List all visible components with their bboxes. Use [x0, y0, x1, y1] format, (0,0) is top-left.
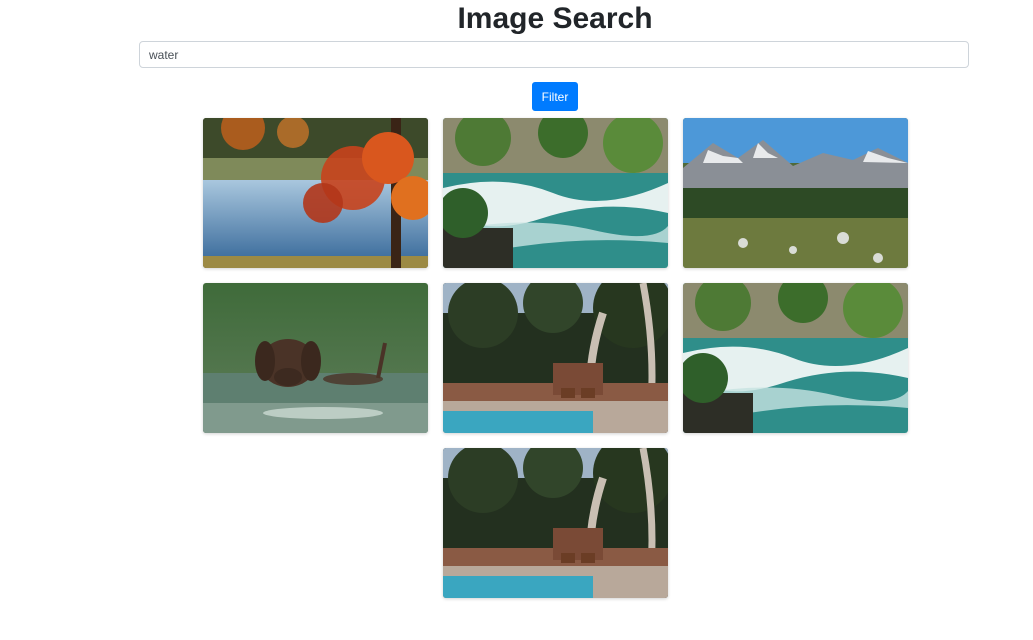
- image-search-page: Image Search Filter: [0, 0, 1033, 640]
- result-image-pool-deck[interactable]: [443, 448, 668, 598]
- river-rapids-image: [443, 118, 668, 268]
- search-input[interactable]: [139, 41, 969, 68]
- result-image-river-rapids[interactable]: [443, 118, 668, 268]
- result-image-river-rapids[interactable]: [683, 283, 908, 433]
- pool-deck-image: [443, 283, 668, 433]
- filter-button[interactable]: Filter: [532, 82, 578, 111]
- river-rapids-image: [683, 283, 908, 433]
- result-image-swimming-dog[interactable]: [203, 283, 428, 433]
- mountain-meadow-image: [683, 118, 908, 268]
- autumn-lake-image: [203, 118, 428, 268]
- result-image-pool-deck[interactable]: [443, 283, 668, 433]
- page-title: Image Search: [457, 2, 653, 35]
- pool-deck-image: [443, 448, 668, 598]
- swimming-dog-image: [203, 283, 428, 433]
- result-image-autumn-lake[interactable]: [203, 118, 428, 268]
- result-image-mountain-meadow[interactable]: [683, 118, 908, 268]
